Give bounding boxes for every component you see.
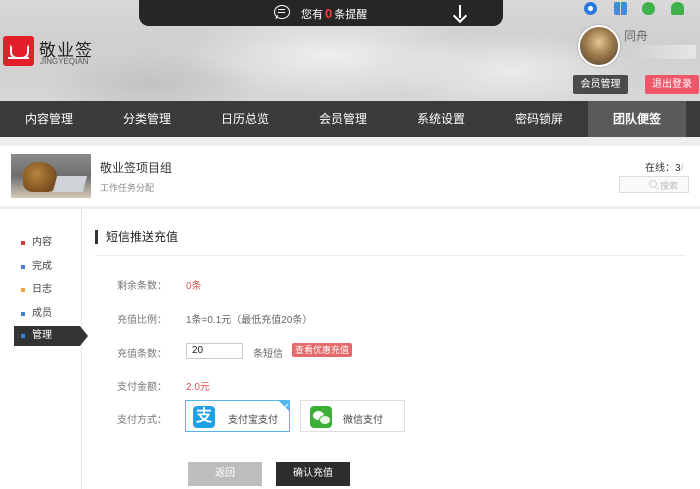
ie-icon[interactable] xyxy=(584,2,597,15)
amount-value: 2.0元 xyxy=(186,382,210,393)
windows-icon[interactable] xyxy=(614,2,627,15)
notification-suffix: 条提醒 xyxy=(334,9,368,21)
nav-item-calendar[interactable]: 日历总览 xyxy=(196,101,294,137)
nav-item-content[interactable]: 内容管理 xyxy=(0,101,98,137)
username-detail-blurred xyxy=(626,45,696,59)
username: 同舟 xyxy=(624,29,649,43)
side-item-dot xyxy=(21,241,25,245)
side-item-members[interactable]: 成员 xyxy=(14,304,80,324)
notification-text: 您有 0 条提醒 xyxy=(301,6,367,22)
group-banner-wrap: 敬业签项目组 工作任务分配 在线：3/ 搜索 xyxy=(0,137,700,209)
search-icon xyxy=(649,180,657,188)
avatar[interactable] xyxy=(578,25,620,67)
side-item-label: 完成 xyxy=(32,261,52,272)
nav-item-lock[interactable]: 密码锁屏 xyxy=(490,101,588,137)
quantity-input[interactable]: 20 xyxy=(186,343,243,359)
quantity-unit: 条短信 xyxy=(253,349,283,360)
payment-method-label: 支付方式： xyxy=(117,415,167,426)
side-item-label: 内容 xyxy=(32,237,52,248)
side-item-content[interactable]: 内容 xyxy=(14,233,80,253)
alipay-option[interactable]: 支 支付宝支付 xyxy=(185,400,290,432)
logout-button[interactable]: 退出登录 xyxy=(645,75,699,94)
brand-subtitle: JINGYEQIAN xyxy=(40,57,89,66)
nav-item-settings[interactable]: 系统设置 xyxy=(392,101,490,137)
side-item-dot xyxy=(21,334,25,338)
wechat-pay-option[interactable]: 微信支付 xyxy=(300,400,405,432)
back-button[interactable]: 返回 xyxy=(188,462,262,486)
wechat-icon xyxy=(310,406,332,428)
group-image[interactable] xyxy=(11,154,91,198)
side-item-label: 日志 xyxy=(32,284,52,295)
side-item-label: 成员 xyxy=(32,308,52,319)
online-count: 在线：3/ xyxy=(645,159,683,174)
side-item-dot xyxy=(21,288,25,292)
view-promo-button[interactable]: 查看优惠充值 xyxy=(292,343,353,357)
group-subtitle: 工作任务分配 xyxy=(100,183,155,193)
side-item-manage[interactable]: 管理 xyxy=(14,326,88,346)
message-icon xyxy=(274,5,290,19)
side-item-dot xyxy=(21,265,25,269)
notification-prefix: 您有 xyxy=(301,9,323,21)
nav-item-category[interactable]: 分类管理 xyxy=(98,101,196,137)
divider xyxy=(95,255,685,256)
group-image-dog xyxy=(23,162,57,192)
section-title: 短信推送充值 xyxy=(95,230,178,244)
remaining-label: 剩余条数： xyxy=(117,281,167,292)
side-item-log[interactable]: 日志 xyxy=(14,280,80,300)
header: 您有 0 条提醒 敬业签 JINGYEQIAN 同舟 会员管理 退出登录 xyxy=(0,0,700,101)
arrow-down-icon[interactable] xyxy=(453,5,467,21)
wechat-pay-label: 微信支付 xyxy=(343,415,383,426)
android-icon[interactable] xyxy=(671,2,684,15)
alipay-icon: 支 xyxy=(193,406,215,428)
ratio-label: 充值比例： xyxy=(117,315,167,326)
quantity-label: 充值条数： xyxy=(117,349,167,360)
search-placeholder: 搜索 xyxy=(660,181,679,191)
side-item-label: 管理 xyxy=(32,330,52,341)
online-count-slash: / xyxy=(680,163,684,174)
nav-item-team-notes[interactable]: 团队便签 xyxy=(588,101,686,137)
alipay-label: 支付宝支付 xyxy=(228,415,278,426)
side-item-dot xyxy=(21,312,25,316)
notification-count: 0 xyxy=(325,6,333,21)
selected-check-icon xyxy=(278,400,290,412)
group-image-laptop xyxy=(52,176,88,192)
online-count-label: 在线：3 xyxy=(645,163,681,174)
main-nav: 内容管理 分类管理 日历总览 会员管理 系统设置 密码锁屏 团队便签 xyxy=(0,101,700,137)
ratio-value: 1条=0.1元（最低充值20条） xyxy=(186,315,313,326)
logo-icon[interactable] xyxy=(3,36,34,66)
member-management-button[interactable]: 会员管理 xyxy=(573,75,628,94)
group-banner: 敬业签项目组 工作任务分配 在线：3/ 搜索 xyxy=(0,146,700,206)
side-item-done[interactable]: 完成 xyxy=(14,257,80,277)
notification-bar[interactable]: 您有 0 条提醒 xyxy=(139,0,503,26)
remaining-value: 0条 xyxy=(186,281,202,292)
side-menu: 内容 完成 日志 成员 管理 xyxy=(0,209,88,489)
browser-icons xyxy=(584,2,684,16)
group-title: 敬业签项目组 xyxy=(100,161,173,175)
amount-label: 支付金额： xyxy=(117,382,167,393)
confirm-recharge-button[interactable]: 确认充值 xyxy=(276,462,350,486)
group-search-input[interactable]: 搜索 xyxy=(619,176,689,193)
apple-icon[interactable] xyxy=(642,2,655,15)
nav-item-members[interactable]: 会员管理 xyxy=(294,101,392,137)
